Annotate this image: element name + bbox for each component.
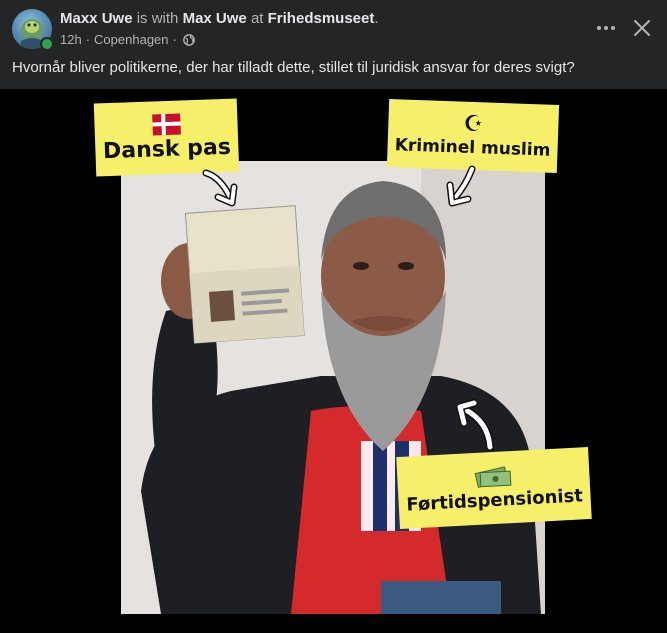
label-passport-text: Dansk pas xyxy=(102,134,232,164)
more-icon xyxy=(597,26,615,30)
author-name[interactable]: Maxx Uwe xyxy=(60,10,133,27)
arrow-icon xyxy=(202,169,238,207)
more-options-button[interactable] xyxy=(590,12,622,44)
post-image[interactable]: Dansk pas ☪ Kriminel muslim Førtidspensi… xyxy=(0,89,667,633)
meta-separator: · xyxy=(172,32,177,47)
money-icon xyxy=(474,465,512,488)
denmark-flag-icon xyxy=(151,113,181,135)
period: . xyxy=(374,10,379,27)
with-text: is with xyxy=(136,10,179,27)
meta-separator: · xyxy=(85,32,91,47)
post-location[interactable]: Copenhagen xyxy=(94,32,168,47)
close-button[interactable] xyxy=(626,12,658,44)
arrow-icon xyxy=(446,165,476,207)
globe-icon[interactable] xyxy=(182,33,195,46)
online-status-dot xyxy=(40,37,54,51)
post-time[interactable]: 12h xyxy=(60,32,82,47)
crescent-star-icon: ☪ xyxy=(463,111,484,138)
post-card: Maxx Uwe is with Max Uwe at Frihedsmusee… xyxy=(0,0,667,633)
post-header: Maxx Uwe is with Max Uwe at Frihedsmusee… xyxy=(0,0,667,56)
label-pension: Førtidspensionist xyxy=(396,447,592,529)
photo xyxy=(121,161,545,614)
at-text: at xyxy=(250,10,264,27)
post-text: Hvornår bliver politikerne, der har till… xyxy=(12,59,575,76)
label-pension-text: Førtidspensionist xyxy=(405,484,584,516)
author-line: Maxx Uwe is with Max Uwe at Frihedsmusee… xyxy=(60,10,379,27)
post-meta: 12h · Copenhagen · xyxy=(60,32,195,47)
arrow-icon xyxy=(456,399,494,451)
close-icon xyxy=(634,20,650,36)
label-criminal: ☪ Kriminel muslim xyxy=(386,99,560,173)
tagged-person[interactable]: Max Uwe xyxy=(183,10,247,27)
label-criminal-text: Kriminel muslim xyxy=(394,135,551,161)
label-passport: Dansk pas xyxy=(93,98,240,177)
place-name[interactable]: Frihedsmuseet xyxy=(268,10,375,27)
